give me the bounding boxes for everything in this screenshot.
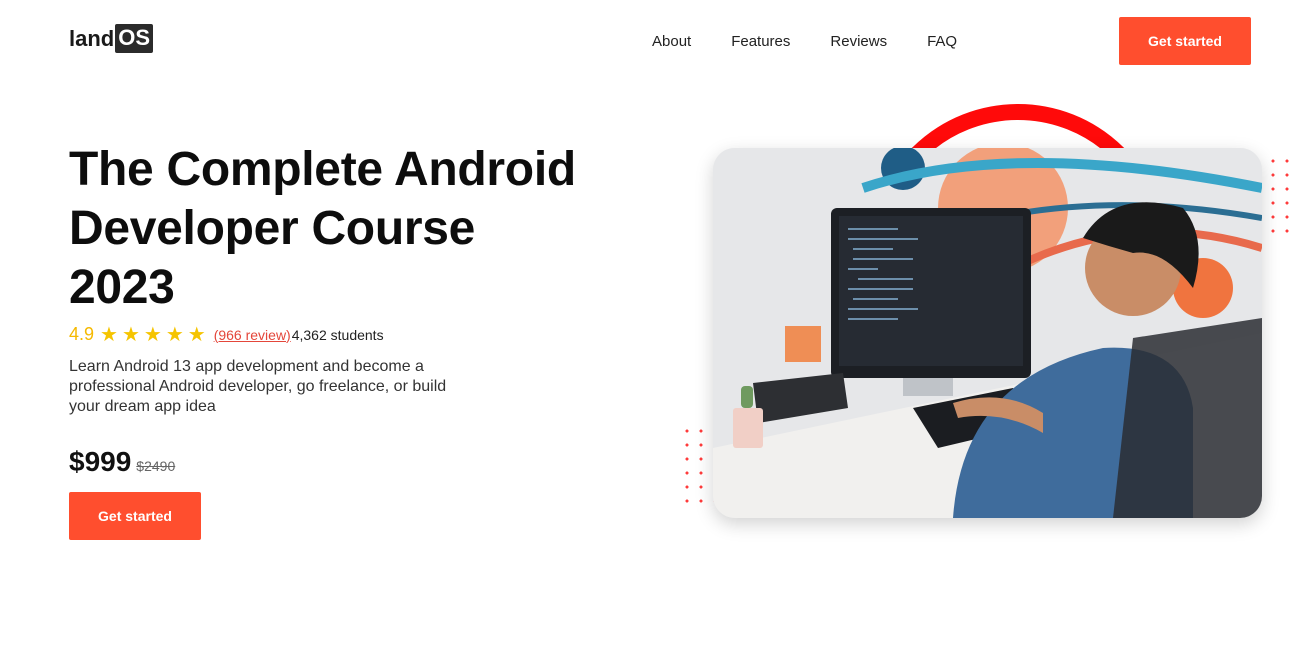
hero-description: Learn Android 13 app development and bec… <box>69 358 447 415</box>
header-get-started-button[interactable]: Get started <box>1119 17 1251 65</box>
nav-about-link[interactable]: About <box>652 33 691 50</box>
main-nav: About Features Reviews FAQ <box>652 33 957 50</box>
students-count: 4,362 students <box>291 326 384 343</box>
rating-score: 4.9 <box>69 324 95 344</box>
hero-title: The Complete Android Developer Course 20… <box>69 143 576 314</box>
developer-at-desk-illustration <box>713 148 1262 518</box>
hero-get-started-button[interactable]: Get started <box>69 492 201 540</box>
logo-text: land <box>69 25 115 51</box>
nav-reviews-link[interactable]: Reviews <box>830 33 887 50</box>
rating-stars-icon: ★★★★★ <box>100 324 210 346</box>
price: $999 $2490 <box>69 446 175 478</box>
price-current: $999 <box>69 446 132 477</box>
hero-image <box>713 148 1262 518</box>
rating-row: 4.9 ★★★★★ (966 review) 4,362 students <box>69 322 384 347</box>
nav-faq-link[interactable]: FAQ <box>927 33 957 50</box>
price-old: $2490 <box>136 458 176 474</box>
decorative-dots-right <box>1266 154 1294 238</box>
nav-features-link[interactable]: Features <box>731 33 790 50</box>
logo-badge: OS <box>115 24 154 53</box>
reviews-link[interactable]: (966 review) <box>214 327 291 343</box>
logo[interactable]: land OS <box>69 24 154 53</box>
